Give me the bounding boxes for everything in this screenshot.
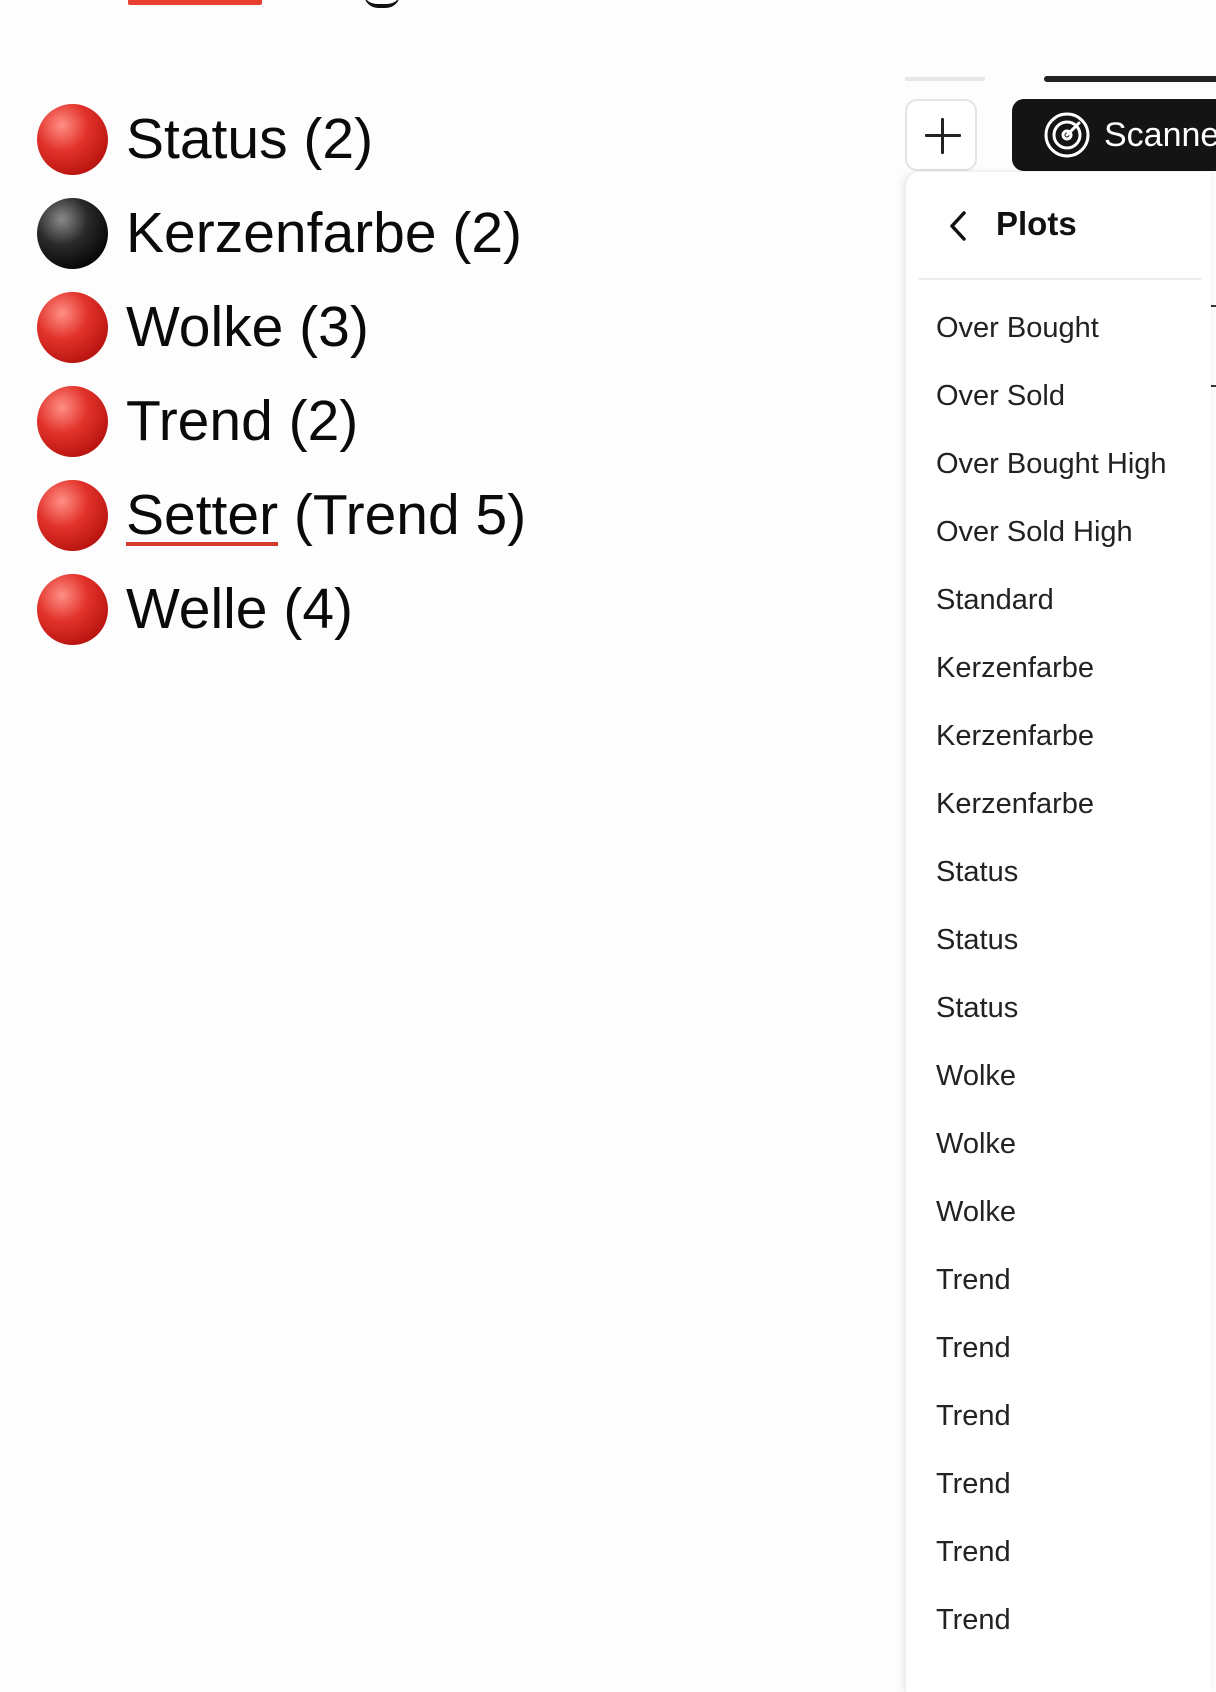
toolbar-top-edge-dark [1044, 76, 1216, 82]
legend-label: Trend (2) [126, 388, 359, 453]
plot-item-trend[interactable]: Trend [906, 1314, 1211, 1382]
plot-item-kerzenfarbe[interactable]: Kerzenfarbe [906, 770, 1211, 838]
add-button[interactable] [905, 99, 977, 171]
plot-item-trend[interactable]: Trend [906, 1382, 1211, 1450]
legend-label: Wolke (3) [126, 294, 369, 359]
scanner-button[interactable]: Scanne [1012, 99, 1216, 171]
toolbar-top-edge [905, 77, 985, 81]
legend-list: Status (2) Kerzenfarbe (2) Wolke (3) Tre… [37, 92, 526, 656]
legend-item-setter: Setter (Trend 5) [37, 468, 526, 562]
plot-item-trend[interactable]: Trend [906, 1518, 1211, 1586]
plot-item-trend[interactable]: Trend [906, 1450, 1211, 1518]
plots-panel-header: Plots [906, 172, 1211, 279]
red-circle-icon [37, 103, 108, 175]
legend-label: Setter (Trend 5) [126, 486, 526, 544]
red-circle-icon [37, 385, 108, 457]
plot-item-wolke[interactable]: Wolke [906, 1042, 1211, 1110]
plots-panel: Plots Over Bought Over Sold Over Bought … [905, 172, 1211, 1692]
plot-item-wolke[interactable]: Wolke [906, 1110, 1211, 1178]
plot-item-wolke[interactable]: Wolke [906, 1178, 1211, 1246]
plot-item-kerzenfarbe[interactable]: Kerzenfarbe [906, 634, 1211, 702]
legend-label-rest: (Trend 5) [278, 482, 527, 547]
legend-label: Status (2) [126, 106, 374, 171]
plot-item-trend[interactable]: Trend [906, 1586, 1211, 1654]
edge-tick [1211, 385, 1216, 387]
plot-item-status[interactable]: Status [906, 974, 1211, 1042]
black-circle-icon [37, 197, 108, 269]
plot-item-over-sold[interactable]: Over Sold [906, 362, 1211, 430]
plots-panel-title: Plots [996, 205, 1077, 242]
legend-item-welle: Welle (4) [37, 562, 526, 656]
legend-item-trend: Trend (2) [37, 374, 526, 468]
divider [919, 278, 1201, 280]
plots-list: Over Bought Over Sold Over Bought High O… [906, 294, 1211, 1654]
target-icon [1044, 112, 1090, 158]
plot-item-trend[interactable]: Trend [906, 1246, 1211, 1314]
chevron-left-icon[interactable] [944, 207, 974, 245]
plot-item-kerzenfarbe[interactable]: Kerzenfarbe [906, 702, 1211, 770]
legend-label: Kerzenfarbe (2) [126, 200, 523, 265]
plot-item-over-bought-high[interactable]: Over Bought High [906, 430, 1211, 498]
red-circle-icon [37, 291, 108, 363]
legend-item-status: Status (2) [37, 92, 526, 186]
plot-item-over-sold-high[interactable]: Over Sold High [906, 498, 1211, 566]
edge-tick [1211, 305, 1216, 307]
scanner-label: Scanne [1104, 115, 1216, 154]
plot-item-over-bought[interactable]: Over Bought [906, 294, 1211, 362]
legend-item-wolke: Wolke (3) [37, 280, 526, 374]
top-cutoff-glyph [364, 0, 400, 8]
plot-item-status[interactable]: Status [906, 838, 1211, 906]
legend-label: Welle (4) [126, 576, 353, 641]
red-circle-icon [37, 573, 108, 645]
top-red-stroke [128, 0, 262, 5]
legend-item-kerzenfarbe: Kerzenfarbe (2) [37, 186, 526, 280]
red-circle-icon [37, 479, 108, 551]
plot-item-status[interactable]: Status [906, 906, 1211, 974]
spellcheck-underlined-word: Setter [126, 482, 279, 547]
plot-item-standard[interactable]: Standard [906, 566, 1211, 634]
